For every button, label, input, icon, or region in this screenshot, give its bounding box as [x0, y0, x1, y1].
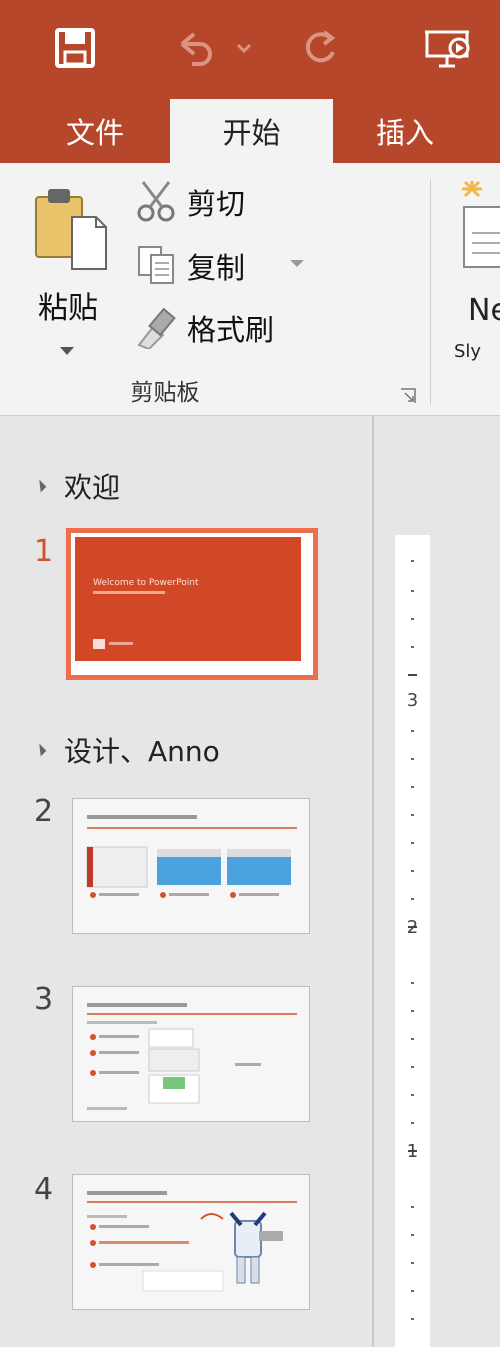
copy-button[interactable]: 复制	[135, 237, 335, 291]
cut-button[interactable]: 剪切	[135, 173, 335, 227]
new-slide-icon	[462, 180, 500, 268]
slide-number: 2	[34, 794, 54, 829]
quick-access-toolbar	[0, 0, 500, 95]
copy-label: 复制	[187, 251, 246, 285]
slide-1-preview: Welcome to PowerPoint	[75, 537, 301, 661]
slide-number: 4	[34, 1172, 54, 1207]
slide-3-preview	[73, 987, 309, 1121]
slide-thumbnail-1[interactable]: Welcome to PowerPoint	[66, 528, 318, 680]
vertical-ruler: 3 2 1	[395, 535, 430, 1347]
slide-number: 3	[34, 982, 54, 1017]
ruler-label: 2	[406, 917, 419, 938]
ruler-label: 1	[406, 1141, 419, 1162]
undo-icon	[180, 32, 212, 66]
paste-icon	[35, 189, 107, 270]
section-name: 设计、Anno	[64, 735, 220, 768]
collapse-triangle-icon	[33, 479, 47, 493]
slide-number: 1	[34, 534, 54, 569]
save-button[interactable]	[50, 22, 100, 74]
chevron-down-icon[interactable]	[289, 259, 305, 269]
clipboard-group-label: 剪贴板	[130, 380, 200, 406]
format-painter-label: 格式刷	[187, 313, 275, 347]
powerpoint-window: 文件 开始 插入 粘贴 剪切 复制 格式刷 剪贴板 Ne Sly 欢迎 1 We…	[0, 0, 500, 1347]
slide-editing-area[interactable]	[374, 416, 500, 1347]
chevron-down-icon	[236, 43, 252, 53]
ruler-label: 3	[406, 690, 419, 711]
redo-button[interactable]	[296, 22, 344, 74]
new-slide-sublabel: Sly	[454, 341, 482, 362]
scissors-icon	[137, 181, 175, 222]
section-name: 欢迎	[64, 471, 121, 504]
ribbon-tabs: 文件 开始 插入	[0, 95, 500, 163]
slide-thumbnail-3[interactable]	[72, 986, 310, 1122]
slide-thumbnail-2[interactable]	[72, 798, 310, 934]
new-slide-label: Ne	[468, 293, 500, 328]
copy-icon	[138, 246, 174, 284]
paste-button[interactable]: 粘贴	[18, 177, 118, 377]
format-painter-icon	[137, 307, 176, 349]
present-from-beginning-button[interactable]	[420, 22, 476, 74]
dialog-launcher-icon[interactable]	[399, 387, 417, 405]
format-painter-button[interactable]: 格式刷	[135, 299, 335, 353]
redo-icon	[305, 30, 336, 63]
tab-home[interactable]: 开始	[170, 99, 333, 163]
ribbon-group-separator	[430, 179, 431, 405]
ruler-ticks	[408, 560, 417, 1320]
paste-label: 粘贴	[38, 291, 98, 326]
tab-file[interactable]: 文件	[40, 99, 150, 163]
present-from-beginning-icon	[425, 30, 470, 68]
slide-thumbnail-4[interactable]	[72, 1174, 310, 1310]
save-icon	[55, 28, 95, 68]
tab-label: 开始	[222, 116, 281, 150]
tab-insert[interactable]: 插入	[350, 99, 460, 163]
undo-dropdown-button[interactable]	[232, 22, 256, 74]
section-header-design[interactable]: 设计、Anno	[33, 730, 220, 770]
section-header-welcome[interactable]: 欢迎	[33, 466, 121, 506]
slide-4-preview	[73, 1175, 309, 1309]
ribbon-home: 粘贴 剪切 复制 格式刷 剪贴板 Ne Sly	[0, 163, 500, 416]
slide-1-title: Welcome to PowerPoint	[93, 578, 199, 588]
cut-label: 剪切	[187, 187, 246, 221]
paste-dropdown-arrow[interactable]	[60, 347, 74, 355]
tab-label: 插入	[375, 116, 434, 150]
undo-button[interactable]	[168, 22, 220, 74]
slide-2-preview	[73, 799, 309, 933]
slide-thumbnails-panel[interactable]: 欢迎 1 Welcome to PowerPoint 设计、Anno 2 3 4	[0, 416, 372, 1347]
tab-label: 文件	[65, 116, 124, 150]
collapse-triangle-icon	[33, 743, 47, 757]
new-slide-button[interactable]: Ne Sly	[450, 177, 500, 377]
